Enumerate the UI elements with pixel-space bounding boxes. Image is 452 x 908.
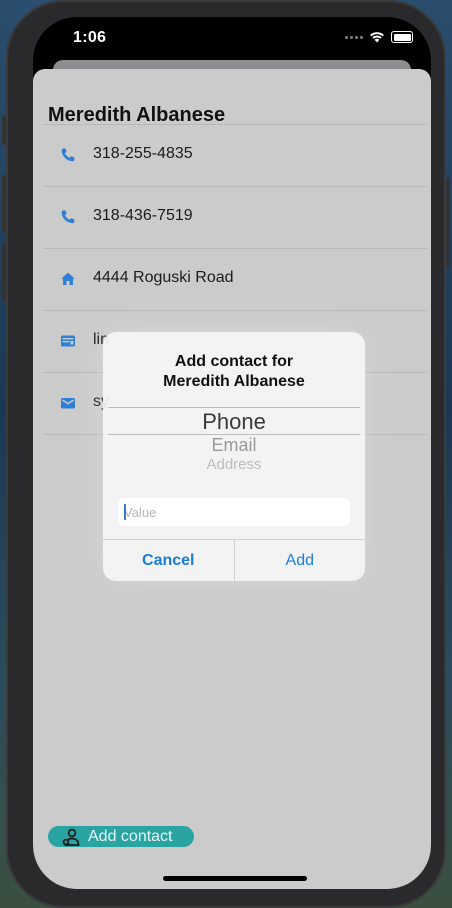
notch — [133, 17, 339, 47]
value-input[interactable] — [118, 498, 350, 526]
text-caret — [124, 504, 126, 520]
add-contact-label: Add contact — [88, 827, 173, 845]
alert-title-line1: Add contact for — [174, 353, 294, 370]
contact-row-value: 4444 Roguski Road — [93, 269, 234, 286]
phone-frame: 1:06 Meredith Albanese 318-255-4835 318-… — [2, 0, 450, 908]
phone-icon — [61, 210, 75, 224]
add-contact-alert: Add contact for Meredith Albanese Phone … — [103, 332, 365, 581]
picker-option[interactable]: Address — [108, 456, 360, 473]
add-contact-button[interactable]: Add contact — [48, 826, 194, 847]
id-card-icon — [61, 335, 75, 347]
home-icon — [61, 272, 75, 285]
phone-icon — [61, 148, 75, 162]
alert-actions: Cancel Add — [103, 539, 365, 581]
contact-type-picker[interactable]: Phone Email Address — [108, 407, 360, 477]
volume-up-button — [2, 175, 6, 233]
picker-top-line — [108, 407, 360, 408]
cellular-signal-icon — [345, 35, 363, 39]
mute-switch — [2, 115, 6, 145]
picker-option[interactable]: Email — [108, 435, 360, 456]
volume-down-button — [2, 243, 6, 301]
add-button[interactable]: Add — [235, 540, 366, 581]
phone-screen: 1:06 Meredith Albanese 318-255-4835 318-… — [33, 17, 431, 889]
home-indicator[interactable] — [163, 876, 307, 881]
alert-title-line2: Meredith Albanese — [163, 373, 305, 390]
contact-row-value: 318-255-4835 — [93, 145, 193, 162]
battery-icon — [391, 31, 413, 43]
power-button — [446, 178, 450, 268]
mail-icon — [61, 398, 75, 409]
contact-row-value: 318-436-7519 — [93, 207, 193, 224]
add-person-icon — [62, 828, 80, 846]
cancel-button[interactable]: Cancel — [103, 540, 235, 581]
contact-row-address[interactable]: 4444 Roguski Road — [43, 248, 427, 310]
status-icons — [345, 31, 413, 43]
status-time: 1:06 — [73, 29, 107, 46]
contact-row-phone-1[interactable]: 318-255-4835 — [43, 124, 427, 186]
wifi-icon — [370, 32, 384, 43]
alert-title: Add contact for Meredith Albanese — [103, 352, 365, 392]
picker-selected-option[interactable]: Phone — [108, 409, 360, 435]
contact-row-phone-2[interactable]: 318-436-7519 — [43, 186, 427, 248]
